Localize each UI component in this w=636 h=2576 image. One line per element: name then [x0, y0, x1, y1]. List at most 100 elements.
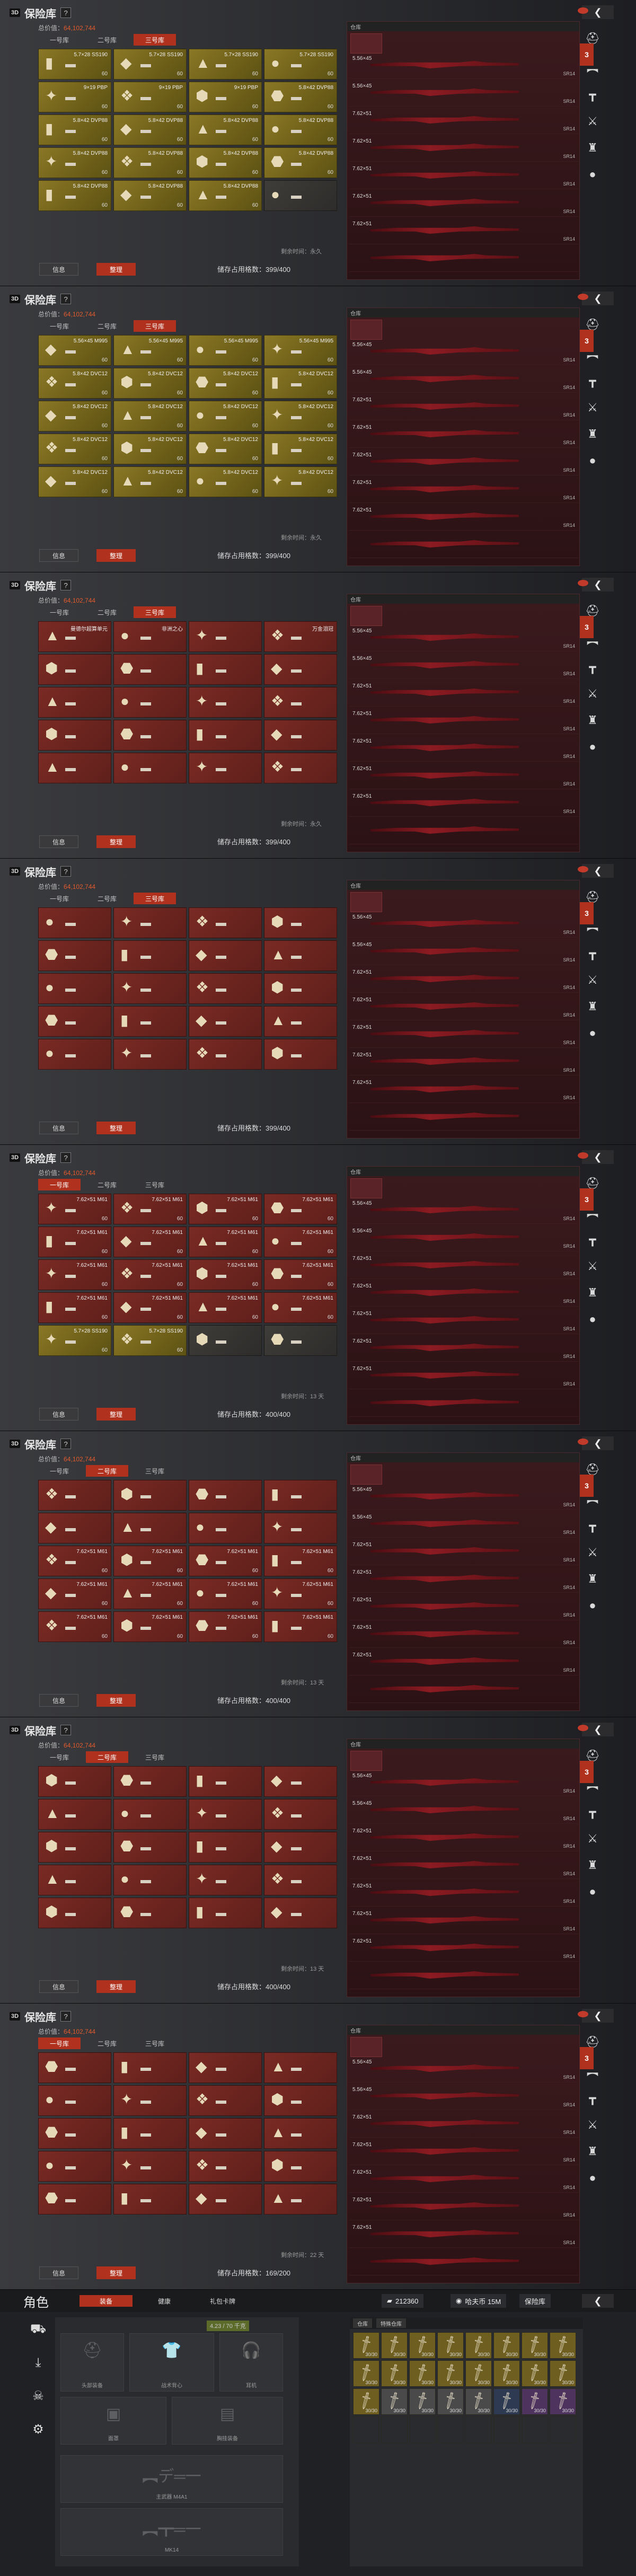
- item-cell[interactable]: ⬣ ▬: [38, 2118, 111, 2149]
- item-cell[interactable]: ✦ ▬ 5.8×42 DVC12 60: [264, 466, 337, 497]
- inventory-item[interactable]: 🗡 30/30: [381, 2388, 408, 2415]
- download-icon[interactable]: ⤓: [36, 2356, 41, 2370]
- pistol-icon[interactable]: ┳: [589, 2092, 596, 2105]
- tab-vault-1[interactable]: 一号库: [38, 893, 81, 904]
- armor-icon[interactable]: ♜: [587, 713, 598, 727]
- item-cell[interactable]: ◆ ▬ 7.62×51 M61 60: [38, 1578, 111, 1609]
- tab-vault-3[interactable]: 三号库: [134, 2037, 176, 2049]
- skull-icon[interactable]: ☠: [32, 2388, 44, 2404]
- armor-icon[interactable]: ♜: [587, 427, 598, 441]
- category-active-badge[interactable]: 3: [580, 2047, 594, 2069]
- item-cell[interactable]: ▲ ▬ 7.62×51 M61 60: [113, 1578, 187, 1609]
- tab-vault-3[interactable]: 三号库: [134, 1751, 176, 1763]
- stash-slot[interactable]: [350, 1178, 382, 1198]
- item-cell[interactable]: ⬢ ▬: [38, 654, 111, 685]
- tab-vault-2[interactable]: 二号库: [86, 2037, 128, 2049]
- pistol-icon[interactable]: ┳: [589, 1519, 596, 1533]
- inventory-item[interactable]: 🗡 30/30: [493, 2388, 520, 2415]
- item-cell[interactable]: ✦ ▬: [113, 973, 187, 1004]
- inventory-item[interactable]: 🗡 30/30: [437, 2360, 464, 2387]
- equipment-slot[interactable]: 🎧 耳机: [219, 2333, 283, 2392]
- item-cell[interactable]: ✦ ▬ 5.7×28 SS190 60: [38, 1325, 111, 1356]
- weapon-row[interactable]: 7.62×51 SR14: [349, 219, 578, 244]
- weapon-row[interactable]: 7.62×51 SR14: [349, 1567, 578, 1593]
- item-cell[interactable]: ▲ ▬ 曼德尔超算单元: [38, 621, 111, 652]
- help-icon[interactable]: ?: [60, 294, 72, 304]
- grenade-icon[interactable]: ●: [589, 1599, 596, 1612]
- item-cell[interactable]: ▮ ▬ 5.7×28 SS190 60: [38, 49, 111, 80]
- item-cell[interactable]: ● ▬ 7.62×51 M61 60: [264, 1227, 337, 1257]
- stash-slot[interactable]: [350, 892, 382, 912]
- item-cell[interactable]: ⬢ ▬: [38, 1898, 111, 1928]
- inventory-item[interactable]: 🗡 30/30: [409, 2360, 436, 2387]
- item-cell[interactable]: ❖ ▬: [264, 1799, 337, 1830]
- grenade-icon[interactable]: ●: [589, 1885, 596, 1899]
- item-cell[interactable]: ⬣ ▬: [38, 2052, 111, 2083]
- item-cell[interactable]: ▲ ▬: [264, 2118, 337, 2149]
- weapon-row[interactable]: 5.56×45 SR14: [349, 654, 578, 679]
- grenade-icon[interactable]: ●: [589, 2171, 596, 2185]
- inventory-item[interactable]: 🗡 30/30: [353, 2360, 379, 2387]
- tab-vault-3[interactable]: 三号库: [134, 1465, 176, 1477]
- sort-button[interactable]: 整理: [96, 1408, 136, 1421]
- secondary-weapon-slot[interactable]: ︻┳═一 MK14: [60, 2508, 283, 2556]
- pistol-icon[interactable]: ┳: [589, 947, 596, 960]
- tab-health[interactable]: 健康: [138, 2295, 191, 2307]
- backpack-icon[interactable]: ⛟: [30, 2322, 46, 2337]
- tab-vault-2[interactable]: 二号库: [86, 1179, 128, 1190]
- weapon-row[interactable]: [349, 819, 578, 844]
- item-cell[interactable]: ▮ ▬ 5.8×42 DVP88 60: [38, 180, 111, 211]
- equipment-slot[interactable]: ▣ 面罩: [60, 2397, 166, 2445]
- item-cell[interactable]: ▮ ▬: [189, 1898, 262, 1928]
- item-cell[interactable]: ◆ ▬: [264, 1832, 337, 1863]
- weapon-row[interactable]: 7.62×51 SR14: [349, 764, 578, 789]
- item-cell[interactable]: ▲ ▬ 5.8×42 DVC12 60: [113, 401, 187, 431]
- pistol-icon[interactable]: ┳: [589, 1233, 596, 1247]
- item-cell[interactable]: ⬢ ▬ 9×19 PBP 60: [189, 82, 262, 112]
- item-cell[interactable]: ● ▬: [113, 753, 187, 783]
- item-cell[interactable]: ▲ ▬: [38, 1865, 111, 1895]
- item-cell[interactable]: ◆ ▬ 5.7×28 SS190 60: [113, 49, 187, 80]
- tab-vault-2[interactable]: 二号库: [86, 606, 128, 618]
- tab-vault-1[interactable]: 一号库: [38, 1751, 81, 1763]
- item-cell[interactable]: ▮ ▬: [113, 940, 187, 971]
- item-cell[interactable]: ❖ ▬ 5.8×42 DVC12 60: [38, 434, 111, 464]
- item-cell[interactable]: ❖ ▬ 7.62×51 M61 60: [113, 1259, 187, 1290]
- item-cell[interactable]: ✦ ▬ 5.56×45 M995 60: [264, 335, 337, 366]
- inventory-item[interactable]: 🗡 30/30: [409, 2388, 436, 2415]
- item-cell[interactable]: ⬣ ▬ 7.62×51 M61 60: [189, 1546, 262, 1576]
- info-button[interactable]: 信息: [39, 1694, 78, 1707]
- weapon-row[interactable]: 5.56×45 SR14: [349, 340, 578, 365]
- tab-vault-2[interactable]: 二号库: [86, 34, 128, 46]
- weapon-row[interactable]: 7.62×51 SR14: [349, 2222, 578, 2248]
- category-active-badge[interactable]: 3: [580, 330, 594, 352]
- help-icon[interactable]: ?: [60, 2011, 72, 2022]
- armor-icon[interactable]: ♜: [587, 2145, 598, 2158]
- vault-button[interactable]: 保险库: [519, 2294, 551, 2308]
- sort-button[interactable]: 整理: [96, 1122, 136, 1134]
- item-cell[interactable]: ✦ ▬: [189, 753, 262, 783]
- weapon-row[interactable]: 7.62×51 SR14: [349, 2112, 578, 2138]
- inventory-item[interactable]: 🗡 30/30: [437, 2332, 464, 2359]
- equipment-slot[interactable]: ⛑ 头部装备: [60, 2333, 124, 2392]
- item-cell[interactable]: ❖ ▬ 5.8×42 DVP88 60: [113, 147, 187, 178]
- item-cell[interactable]: ❖ ▬ 5.7×28 SS190 60: [113, 1325, 187, 1356]
- item-cell[interactable]: ▲ ▬ 5.8×42 DVC12 60: [113, 466, 187, 497]
- inventory-item[interactable]: 🗡 30/30: [381, 2332, 408, 2359]
- item-cell[interactable]: ◆ ▬ 5.8×42 DVC12 60: [38, 466, 111, 497]
- item-cell[interactable]: ❖ ▬ 7.62×51 M61 60: [113, 1194, 187, 1224]
- item-cell[interactable]: ⬣ ▬: [113, 654, 187, 685]
- item-cell[interactable]: ▲ ▬ 5.8×42 DVP88 60: [189, 180, 262, 211]
- item-cell[interactable]: ❖ ▬: [264, 687, 337, 718]
- item-cell[interactable]: ◆ ▬: [189, 2118, 262, 2149]
- weapon-row[interactable]: 7.62×51 SR14: [349, 995, 578, 1020]
- knife-icon[interactable]: ⚔: [587, 1832, 598, 1846]
- item-cell[interactable]: ▲ ▬ 5.56×45 M995 60: [113, 335, 187, 366]
- weapon-row[interactable]: 7.62×51 SR14: [349, 2167, 578, 2193]
- item-cell[interactable]: ▮ ▬ 7.62×51 M61 60: [264, 1546, 337, 1576]
- inventory-item[interactable]: 🗡 30/30: [550, 2360, 576, 2387]
- item-cell[interactable]: ◆ ▬: [264, 1766, 337, 1797]
- stash-slot[interactable]: [350, 2037, 382, 2057]
- weapon-row[interactable]: 7.62×51 SR14: [349, 1281, 578, 1307]
- help-icon[interactable]: ?: [60, 580, 72, 590]
